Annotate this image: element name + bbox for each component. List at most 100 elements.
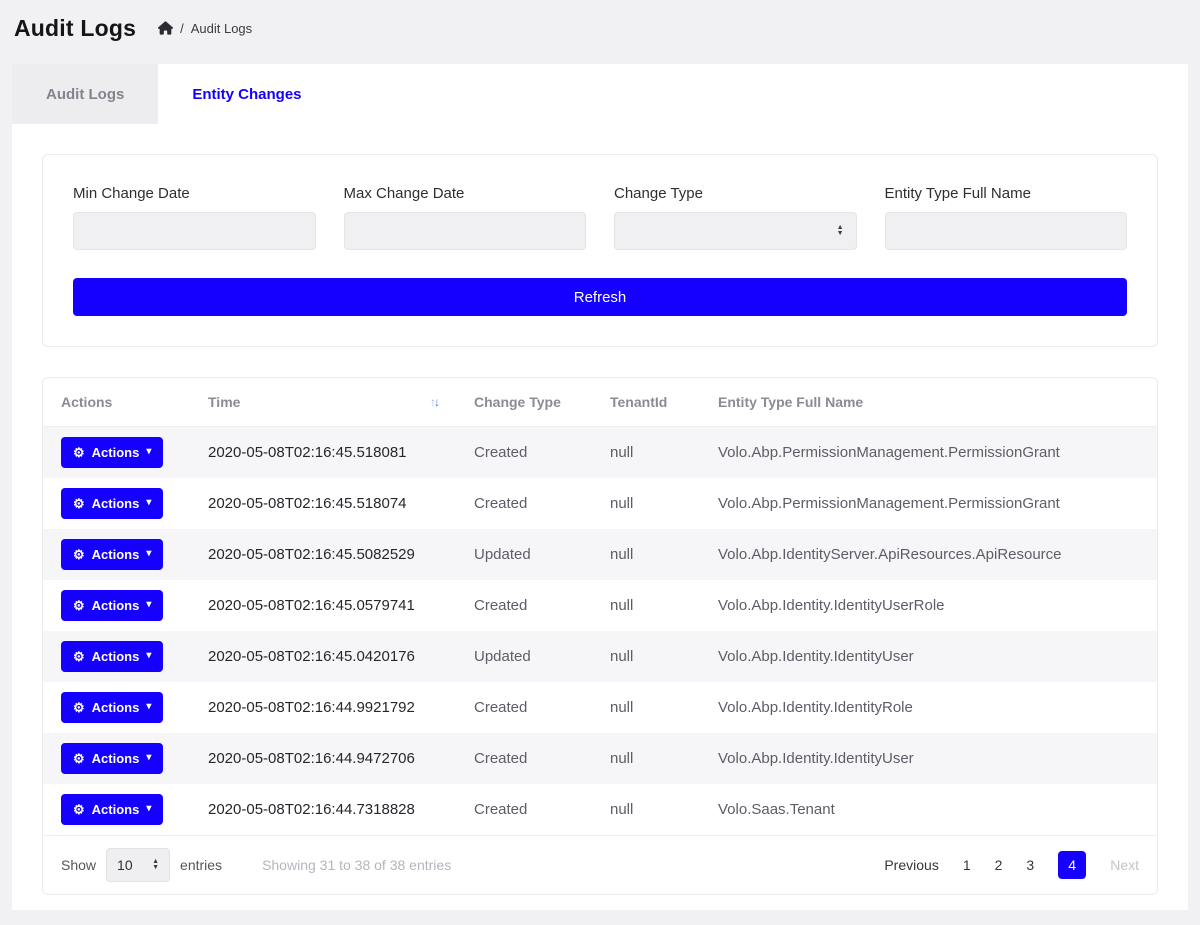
table-row: ⚙Actions▾ 2020-05-08T02:16:45.518081 Cre…	[43, 427, 1157, 478]
row-actions-button[interactable]: ⚙Actions▾	[61, 794, 163, 825]
gear-icon: ⚙	[73, 446, 85, 459]
cell-change-type: Created	[456, 427, 592, 478]
row-actions-button[interactable]: ⚙Actions▾	[61, 539, 163, 570]
pagination-page-2[interactable]: 2	[995, 857, 1003, 873]
entity-type-label: Entity Type Full Name	[885, 185, 1128, 202]
cell-entity-type: Volo.Abp.Identity.IdentityUser	[700, 631, 1157, 682]
entity-changes-table: Actions Time ↑↓ Change Type TenantId Ent…	[43, 378, 1157, 835]
cell-time: 2020-05-08T02:16:44.9921792	[190, 682, 456, 733]
tab-entity-changes[interactable]: Entity Changes	[158, 64, 335, 124]
gear-icon: ⚙	[73, 650, 85, 663]
gear-icon: ⚙	[73, 701, 85, 714]
pagination-page-4-active[interactable]: 4	[1058, 851, 1086, 879]
cell-tenant-id: null	[592, 784, 700, 835]
col-header-change-type: Change Type	[456, 378, 592, 427]
col-header-time[interactable]: Time ↑↓	[190, 378, 456, 427]
caret-down-icon: ▾	[146, 702, 151, 712]
page-size-value: 10	[117, 857, 133, 873]
tab-bar: Audit Logs Entity Changes	[12, 64, 1188, 124]
gear-icon: ⚙	[73, 497, 85, 510]
caret-down-icon: ▾	[146, 753, 151, 763]
table-row: ⚙Actions▾ 2020-05-08T02:16:45.0579741 Cr…	[43, 580, 1157, 631]
tab-audit-logs[interactable]: Audit Logs	[12, 64, 158, 124]
table-card: Actions Time ↑↓ Change Type TenantId Ent…	[42, 377, 1158, 895]
breadcrumb: / Audit Logs	[158, 21, 252, 36]
cell-entity-type: Volo.Abp.Identity.IdentityUser	[700, 733, 1157, 784]
breadcrumb-current: Audit Logs	[191, 21, 252, 36]
col-header-actions: Actions	[43, 378, 190, 427]
cell-time: 2020-05-08T02:16:45.518081	[190, 427, 456, 478]
pagination-page-3[interactable]: 3	[1026, 857, 1034, 873]
sort-icon[interactable]: ↑↓	[430, 395, 438, 409]
cell-time: 2020-05-08T02:16:44.9472706	[190, 733, 456, 784]
actions-button-label: Actions	[92, 751, 140, 766]
pagination-previous[interactable]: Previous	[884, 857, 938, 873]
change-type-select[interactable]: ▲ ▼	[614, 212, 857, 250]
filter-entity-type: Entity Type Full Name	[885, 185, 1128, 250]
actions-button-label: Actions	[92, 700, 140, 715]
col-header-entity-type: Entity Type Full Name	[700, 378, 1157, 427]
table-row: ⚙Actions▾ 2020-05-08T02:16:45.0420176 Up…	[43, 631, 1157, 682]
max-change-date-input[interactable]	[344, 212, 587, 250]
page-size-select[interactable]: 10 ▲ ▼	[106, 848, 170, 882]
select-arrows-icon: ▲ ▼	[837, 225, 844, 237]
row-actions-button[interactable]: ⚙Actions▾	[61, 437, 163, 468]
cell-tenant-id: null	[592, 529, 700, 580]
change-type-label: Change Type	[614, 185, 857, 202]
refresh-button[interactable]: Refresh	[73, 278, 1127, 316]
caret-down-icon: ▾	[146, 651, 151, 661]
table-row: ⚙Actions▾ 2020-05-08T02:16:44.7318828 Cr…	[43, 784, 1157, 835]
cell-tenant-id: null	[592, 733, 700, 784]
table-row: ⚙Actions▾ 2020-05-08T02:16:44.9472706 Cr…	[43, 733, 1157, 784]
home-icon[interactable]	[158, 21, 173, 35]
cell-time: 2020-05-08T02:16:45.0420176	[190, 631, 456, 682]
row-actions-button[interactable]: ⚙ Actions ▾	[61, 488, 163, 519]
row-actions-button[interactable]: ⚙Actions▾	[61, 743, 163, 774]
main-container: Audit Logs Entity Changes Min Change Dat…	[12, 64, 1188, 910]
table-row: ⚙Actions▾ 2020-05-08T02:16:45.5082529 Up…	[43, 529, 1157, 580]
pagination-next[interactable]: Next	[1110, 857, 1139, 873]
filter-min-change-date: Min Change Date	[73, 185, 316, 250]
cell-change-type: Created	[456, 682, 592, 733]
entries-label: entries	[180, 857, 222, 873]
min-change-date-input[interactable]	[73, 212, 316, 250]
cell-entity-type: Volo.Saas.Tenant	[700, 784, 1157, 835]
max-change-date-label: Max Change Date	[344, 185, 587, 202]
caret-down-icon: ▾	[146, 600, 151, 610]
pagination-page-1[interactable]: 1	[963, 857, 971, 873]
entity-type-input[interactable]	[885, 212, 1128, 250]
show-label: Show	[61, 857, 96, 873]
cell-change-type: Created	[456, 580, 592, 631]
gear-icon: ⚙	[73, 548, 85, 561]
caret-down-icon: ▾	[146, 549, 151, 559]
filter-max-change-date: Max Change Date	[344, 185, 587, 250]
col-header-time-label: Time	[208, 394, 240, 410]
table-footer: Show 10 ▲ ▼ entries Showing 31 to 38 of …	[43, 835, 1157, 894]
cell-entity-type: Volo.Abp.PermissionManagement.Permission…	[700, 427, 1157, 478]
col-header-tenant-id: TenantId	[592, 378, 700, 427]
cell-time: 2020-05-08T02:16:45.0579741	[190, 580, 456, 631]
row-actions-button[interactable]: ⚙ Actions ▾	[61, 641, 163, 672]
cell-change-type: Updated	[456, 529, 592, 580]
actions-button-label: Actions	[92, 496, 140, 511]
gear-icon: ⚙	[73, 599, 85, 612]
min-change-date-label: Min Change Date	[73, 185, 316, 202]
actions-button-label: Actions	[92, 445, 140, 460]
cell-entity-type: Volo.Abp.Identity.IdentityUserRole	[700, 580, 1157, 631]
cell-tenant-id: null	[592, 580, 700, 631]
filter-card: Min Change Date Max Change Date Change T…	[42, 154, 1158, 347]
row-actions-button[interactable]: ⚙ Actions ▾	[61, 692, 163, 723]
pagination: Previous 1 2 3 4 Next	[884, 851, 1139, 879]
filter-change-type: Change Type ▲ ▼	[614, 185, 857, 250]
select-arrows-icon: ▲ ▼	[152, 859, 159, 871]
page-header: Audit Logs / Audit Logs	[0, 0, 1200, 56]
row-actions-button[interactable]: ⚙Actions▾	[61, 590, 163, 621]
filter-grid: Min Change Date Max Change Date Change T…	[73, 185, 1127, 250]
caret-down-icon: ▾	[146, 498, 151, 508]
showing-entries-text: Showing 31 to 38 of 38 entries	[262, 857, 451, 873]
cell-tenant-id: null	[592, 682, 700, 733]
cell-change-type: Created	[456, 478, 592, 529]
table-row: ⚙Actions▾ 2020-05-08T02:16:45.518074 Cre…	[43, 478, 1157, 529]
actions-button-label: Actions	[92, 649, 140, 664]
page-size-group: Show 10 ▲ ▼ entries	[61, 848, 222, 882]
